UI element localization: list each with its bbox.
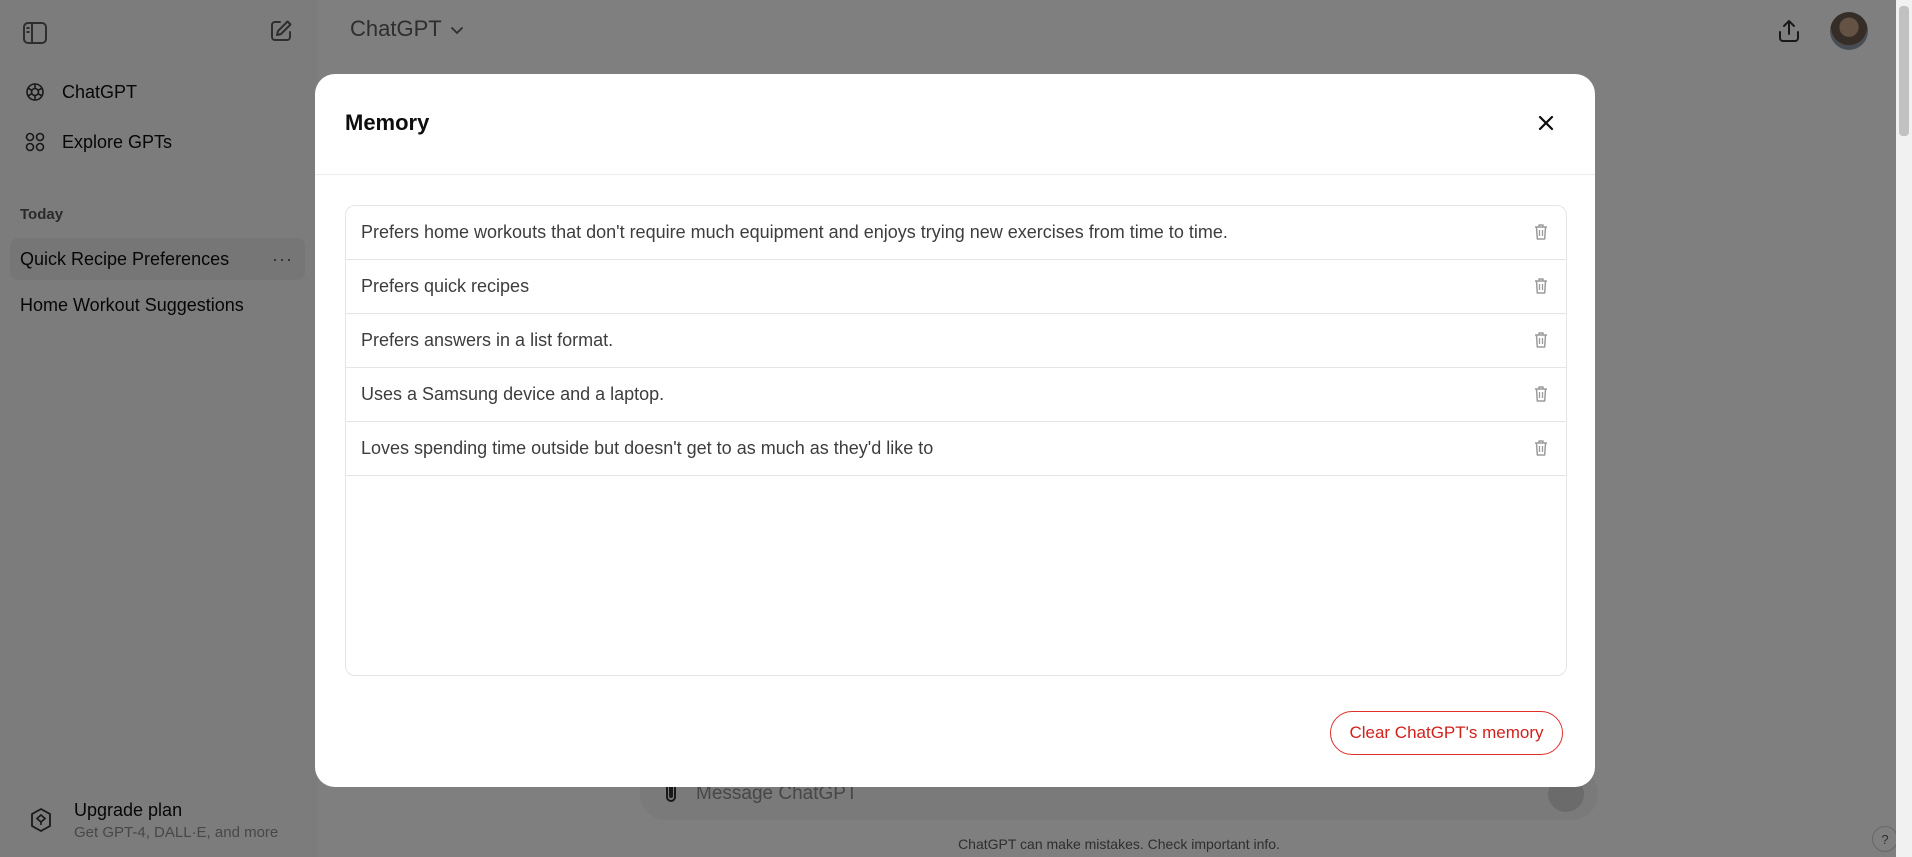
close-icon[interactable] bbox=[1531, 108, 1561, 138]
memory-item: Prefers answers in a list format. bbox=[346, 314, 1566, 368]
memory-list: Prefers home workouts that don't require… bbox=[345, 205, 1567, 676]
modal-title: Memory bbox=[345, 110, 430, 135]
trash-icon[interactable] bbox=[1530, 437, 1552, 459]
clear-memory-button[interactable]: Clear ChatGPT's memory bbox=[1330, 711, 1563, 755]
memory-text: Loves spending time outside but doesn't … bbox=[361, 438, 934, 458]
memory-item: Uses a Samsung device and a laptop. bbox=[346, 368, 1566, 422]
memory-item: Loves spending time outside but doesn't … bbox=[346, 422, 1566, 476]
memory-modal: Memory Prefers home workouts that don't … bbox=[315, 74, 1595, 787]
modal-header: Memory bbox=[315, 74, 1595, 175]
memory-item: Prefers home workouts that don't require… bbox=[346, 206, 1566, 260]
memory-text: Uses a Samsung device and a laptop. bbox=[361, 384, 665, 404]
memory-text: Prefers home workouts that don't require… bbox=[361, 222, 1228, 242]
trash-icon[interactable] bbox=[1530, 329, 1552, 351]
memory-item: Prefers quick recipes bbox=[346, 260, 1566, 314]
scrollbar[interactable] bbox=[1896, 0, 1912, 857]
trash-icon[interactable] bbox=[1530, 221, 1552, 243]
trash-icon[interactable] bbox=[1530, 383, 1552, 405]
trash-icon[interactable] bbox=[1530, 275, 1552, 297]
scrollbar-thumb[interactable] bbox=[1899, 6, 1909, 136]
chatgpt-app: ChatGPT Explore GPTs Today Quick Recipe … bbox=[0, 0, 1912, 857]
memory-text: Prefers quick recipes bbox=[361, 276, 530, 296]
memory-text: Prefers answers in a list format. bbox=[361, 330, 614, 350]
